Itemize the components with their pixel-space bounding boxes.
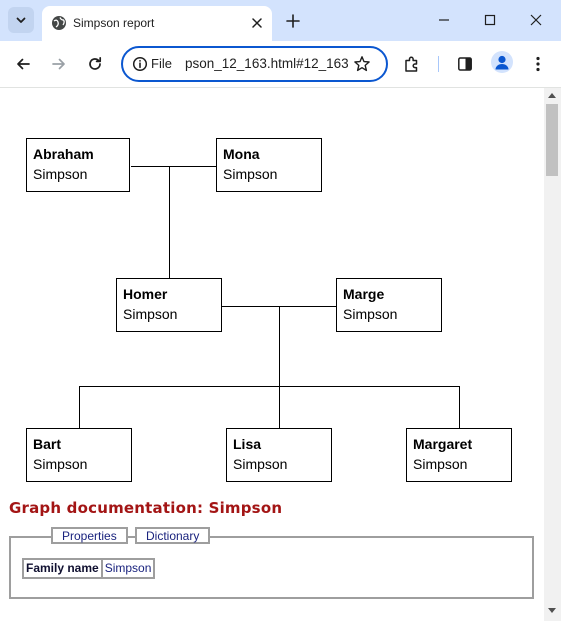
minimize-icon [439,19,449,21]
property-key: Family name [22,558,103,579]
toolbar-divider [438,56,439,72]
person-node-margaret[interactable]: Margaret Simpson [406,428,512,482]
person-first-name: Homer [123,286,168,302]
person-last-name: Simpson [223,166,278,182]
person-node-lisa[interactable]: Lisa Simpson [226,428,332,482]
browser-menu-button[interactable] [525,51,551,77]
globe-icon [52,16,66,30]
person-first-name: Marge [343,286,385,302]
doc-heading: Graph documentation: Simpson [9,499,283,517]
browser-window: Simpson report File pson_12_163.html#12_… [0,0,561,621]
table-row: Family name Simpson [22,558,156,579]
person-node-mona[interactable]: Mona Simpson [216,138,322,192]
person-first-name: Abraham [33,146,94,162]
puzzle-icon [405,56,418,72]
tab-close-button[interactable] [248,14,266,32]
person-last-name: Simpson [343,306,398,322]
forward-button[interactable] [46,51,72,77]
avatar-icon [495,55,509,70]
back-button[interactable] [10,51,36,77]
maximize-button[interactable] [477,7,503,33]
close-window-button[interactable] [523,7,549,33]
browser-tab[interactable]: Simpson report [42,6,272,41]
profile-avatar[interactable] [491,51,513,73]
scroll-down-arrow[interactable] [548,608,556,613]
tab-dictionary[interactable]: Dictionary [135,527,211,544]
maximize-icon [484,14,496,26]
person-last-name: Simpson [413,456,468,472]
person-node-abraham[interactable]: Abraham Simpson [26,138,130,192]
tab-title: Simpson report [73,16,155,30]
page-scrollbar[interactable] [544,88,561,621]
page-content: Abraham Simpson Mona Simpson Homer Simps… [0,88,544,621]
side-panel-button[interactable] [452,51,478,77]
close-icon [252,18,262,28]
property-value: Simpson [100,558,156,579]
close-icon [530,14,542,26]
site-scheme-label[interactable]: File [151,56,172,72]
chevron-down-icon [16,17,26,23]
person-first-name: Lisa [233,436,262,452]
reload-icon [89,56,102,70]
properties-table: Family name Simpson [22,558,156,579]
family-tree-graph: Abraham Simpson Mona Simpson Homer Simps… [0,88,544,498]
address-url[interactable]: pson_12_163.html#12_163 [185,56,349,72]
new-tab-button[interactable] [283,11,303,31]
extensions-button[interactable] [399,51,425,77]
star-icon[interactable] [353,55,371,73]
scroll-thumb[interactable] [546,104,558,176]
info-icon[interactable] [132,56,148,72]
minimize-button[interactable] [431,7,457,33]
person-last-name: Simpson [33,166,88,182]
tab-properties[interactable]: Properties [51,527,128,544]
forward-arrow-icon [52,58,65,70]
back-arrow-icon [17,58,30,70]
person-last-name: Simpson [33,456,88,472]
person-node-marge[interactable]: Marge Simpson [336,278,442,332]
address-bar[interactable]: File pson_12_163.html#12_163 [121,46,388,82]
person-node-bart[interactable]: Bart Simpson [26,428,132,482]
person-last-name: Simpson [233,456,288,472]
person-first-name: Bart [33,436,62,452]
person-first-name: Margaret [413,436,473,452]
side-panel-icon [458,57,472,71]
plus-icon [286,14,300,28]
reload-button[interactable] [82,51,108,77]
browser-toolbar: File pson_12_163.html#12_163 [0,41,561,88]
tab-strip: Simpson report [0,0,561,41]
person-node-homer[interactable]: Homer Simpson [116,278,222,332]
scroll-up-arrow[interactable] [548,93,556,98]
person-first-name: Mona [223,146,260,162]
kebab-menu-icon [536,56,540,72]
tab-search-button[interactable] [8,7,34,33]
person-last-name: Simpson [123,306,178,322]
